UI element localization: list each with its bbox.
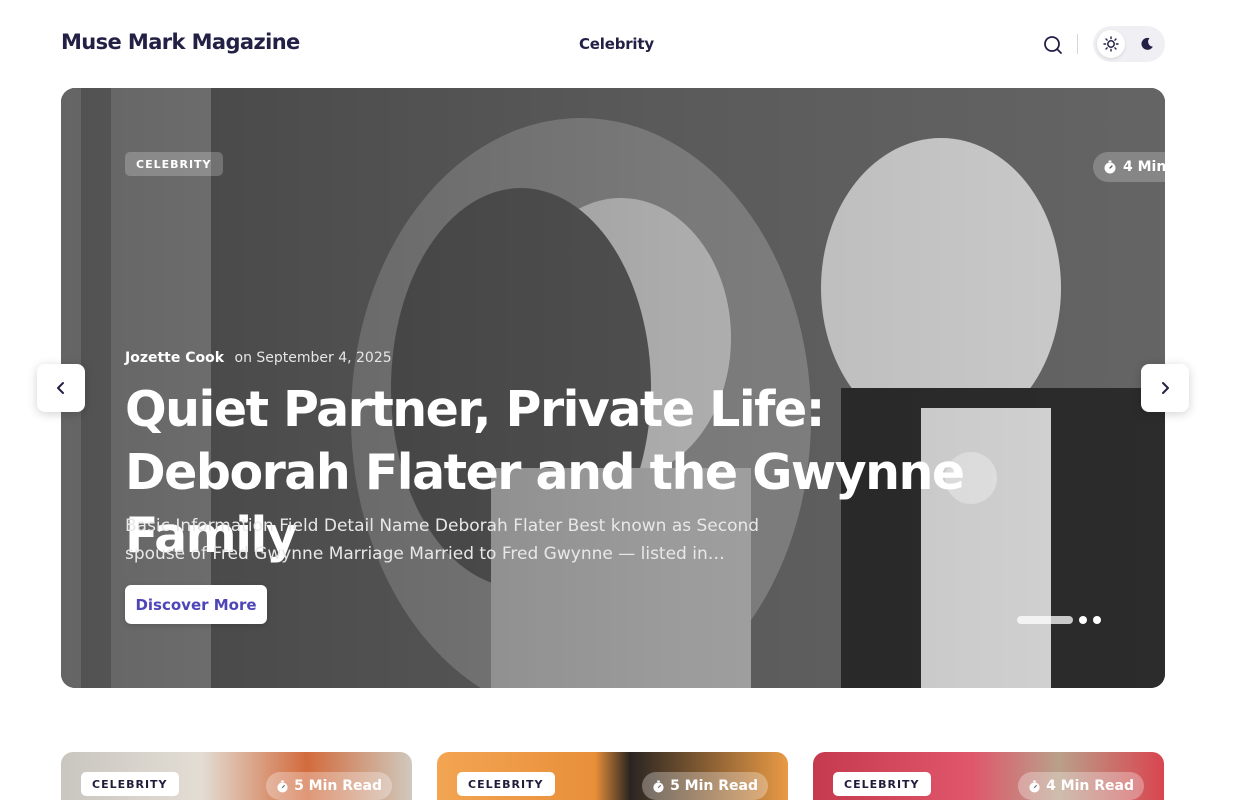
stopwatch-icon — [1029, 779, 1040, 793]
slider-next-button[interactable] — [1141, 364, 1189, 412]
stopwatch-icon — [1104, 160, 1116, 174]
site-header: Muse Mark Magazine Celebrity — [0, 0, 1240, 88]
read-time-badge: 4 Min Read — [1093, 152, 1165, 182]
header-divider — [1077, 34, 1078, 54]
stopwatch-icon — [277, 779, 288, 793]
card-read-time-label: 5 Min Read — [670, 778, 758, 794]
light-mode-button[interactable] — [1097, 30, 1125, 58]
hero-excerpt: Basic Information Field Detail Name Debo… — [125, 516, 760, 564]
search-button[interactable] — [1040, 32, 1066, 58]
slider-prev-button[interactable] — [37, 364, 85, 412]
article-card[interactable]: CELEBRITY 5 Min Read — [437, 752, 788, 800]
moon-icon — [1141, 37, 1153, 50]
card-read-time-label: 4 Min Read — [1046, 778, 1134, 794]
byline: Jozette Cook on September 4, 2025 — [125, 350, 392, 366]
card-category-badge[interactable]: CELEBRITY — [833, 772, 931, 796]
card-read-time: 5 Min Read — [266, 772, 392, 800]
slider-dot-1[interactable] — [1017, 616, 1073, 624]
site-logo[interactable]: Muse Mark Magazine — [61, 30, 300, 54]
sun-icon — [1103, 36, 1119, 52]
author-link[interactable]: Jozette Cook — [125, 350, 224, 366]
chevron-left-icon — [57, 382, 64, 394]
category-badge[interactable]: CELEBRITY — [125, 152, 223, 176]
slider-pagination — [1017, 616, 1101, 624]
card-read-time: 4 Min Read — [1018, 772, 1144, 800]
article-card[interactable]: CELEBRITY 4 Min Read — [813, 752, 1164, 800]
card-category-badge[interactable]: CELEBRITY — [81, 772, 179, 796]
stopwatch-icon — [653, 779, 664, 793]
discover-more-button[interactable]: Discover More — [125, 585, 267, 624]
publish-date: on September 4, 2025 — [234, 350, 392, 366]
slider-dot-3[interactable] — [1093, 616, 1101, 624]
theme-toggle[interactable] — [1093, 26, 1165, 62]
hero-slide: CELEBRITY 4 Min Read Jozette Cook on Sep… — [61, 88, 1165, 688]
chevron-right-icon — [1162, 382, 1169, 394]
nav-item-celebrity[interactable]: Celebrity — [579, 35, 654, 53]
card-category-badge[interactable]: CELEBRITY — [457, 772, 555, 796]
read-time-label: 4 Min Read — [1123, 159, 1165, 175]
card-read-time: 5 Min Read — [642, 772, 768, 800]
card-read-time-label: 5 Min Read — [294, 778, 382, 794]
slider-dot-2[interactable] — [1079, 616, 1087, 624]
dark-mode-button[interactable] — [1133, 30, 1161, 58]
article-card[interactable]: CELEBRITY 5 Min Read — [61, 752, 412, 800]
search-icon — [1044, 36, 1062, 54]
